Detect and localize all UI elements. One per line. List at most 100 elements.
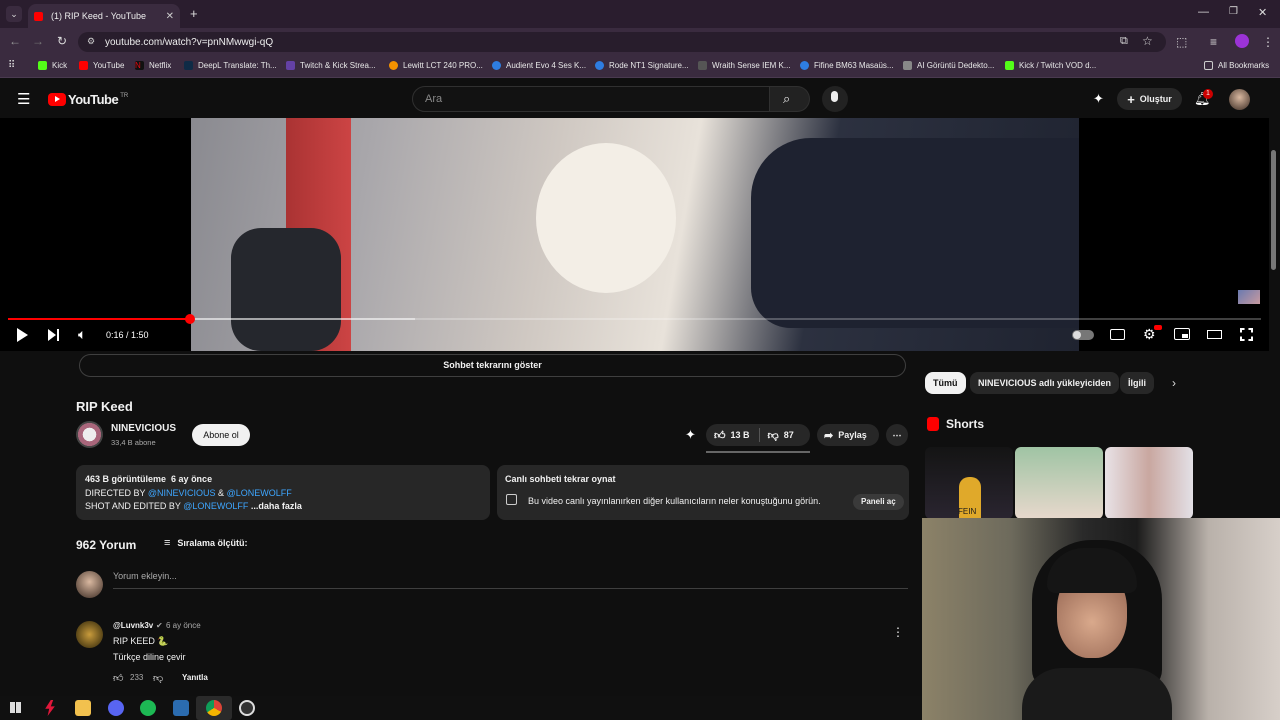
bookmark-fifine[interactable]: Fifine BM63 Masaüs... <box>800 61 894 70</box>
like-icon[interactable]: 👍︎ <box>714 429 726 442</box>
translate-link[interactable]: Türkçe diline çevir <box>113 652 186 662</box>
share-button[interactable]: ➦ Paylaş <box>817 424 879 446</box>
comment-like-icon[interactable]: 👍︎ <box>113 672 123 684</box>
channel-watermark[interactable] <box>1238 290 1260 304</box>
back-icon[interactable]: ← <box>9 34 21 48</box>
voice-search-button[interactable] <box>822 86 848 112</box>
short-thumbnail-2[interactable] <box>1015 447 1103 519</box>
bookmark-wraith[interactable]: Wraith Sense IEM K... <box>698 61 791 70</box>
reload-icon[interactable]: ↻ <box>57 34 67 48</box>
comment-menu-icon[interactable]: ⋮ <box>892 625 904 639</box>
play-icon[interactable] <box>17 328 28 342</box>
bookmark-label: Audient Evo 4 Ses K... <box>506 61 587 70</box>
miniplayer-icon[interactable] <box>1174 328 1190 340</box>
chip-all[interactable]: Tümü <box>925 372 966 394</box>
taskbar-app-bolt-icon[interactable] <box>45 700 55 716</box>
subscriber-count: 33,4 B abone <box>111 438 156 447</box>
channel-avatar[interactable] <box>76 421 103 448</box>
subscribe-button[interactable]: Abone ol <box>192 424 250 446</box>
comment-dislike-icon[interactable]: 👎︎ <box>153 672 163 684</box>
short-thumbnail-1[interactable]: FEIN <box>925 447 1013 519</box>
short-thumbnail-3[interactable] <box>1105 447 1193 519</box>
restore-icon[interactable]: ❐ <box>1229 6 1238 17</box>
open-panel-button[interactable]: Paneli aç <box>853 494 904 510</box>
taskbar-app-icon[interactable] <box>173 700 189 716</box>
bookmark-netflix[interactable]: N Netflix <box>135 61 171 70</box>
gemini-icon[interactable]: ✦ <box>1093 91 1104 107</box>
bookmark-youtube[interactable]: YouTube <box>79 61 124 70</box>
video-frame[interactable] <box>191 118 1079 351</box>
more-actions-button[interactable]: ⋯ <box>886 424 908 446</box>
like-count[interactable]: 13 B <box>731 430 750 440</box>
reply-button[interactable]: Yanıtla <box>182 673 208 682</box>
window-close-icon[interactable]: ✕ <box>1258 6 1267 19</box>
tab-active[interactable]: (1) RIP Keed - YouTube ✕ <box>28 4 180 28</box>
progress-scrubber[interactable] <box>184 314 195 324</box>
logo-text: YouTube <box>68 92 119 107</box>
bookmark-kick[interactable]: Kick <box>38 61 67 70</box>
ask-ai-icon[interactable]: ✦ <box>685 427 696 443</box>
windows-start-icon[interactable] <box>10 702 21 713</box>
sort-comments-button[interactable]: ≡ Sıralama ölçütü: <box>164 537 247 549</box>
bookmark-rode[interactable]: Rode NT1 Signature... <box>595 61 689 70</box>
apps-grid-icon[interactable]: ⠿ <box>8 60 15 71</box>
channel-name[interactable]: NINEVICIOUS <box>111 423 176 434</box>
comment-avatar[interactable] <box>76 621 103 648</box>
account-avatar[interactable] <box>1229 89 1250 110</box>
install-icon[interactable]: ⧉ <box>1120 35 1128 48</box>
profile-icon[interactable] <box>1235 34 1249 48</box>
subtitles-icon[interactable] <box>1110 329 1125 340</box>
mention-ninevicious[interactable]: @NINEVICIOUS <box>148 488 216 498</box>
file-explorer-icon[interactable] <box>75 700 91 716</box>
search-button[interactable]: ⌕ <box>770 86 810 112</box>
comment-author[interactable]: @Luvnk3v <box>113 621 153 630</box>
dislike-icon[interactable]: 👎︎ <box>768 429 779 442</box>
comment-age[interactable]: 6 ay önce <box>166 621 201 630</box>
extensions-icon[interactable]: ⬚ <box>1176 35 1187 49</box>
directed-by-label: DIRECTED BY <box>85 487 146 498</box>
obs-icon[interactable] <box>239 700 255 716</box>
bookmark-twitch-kick[interactable]: Twitch & Kick Strea... <box>286 61 376 70</box>
add-comment-input[interactable]: Yorum ekleyin... <box>113 571 908 589</box>
new-tab-button[interactable]: + <box>190 6 198 21</box>
chrome-icon[interactable] <box>206 700 222 716</box>
tab-search-icon[interactable]: ⌄ <box>6 6 22 22</box>
bookmark-ai-detector[interactable]: AI Görüntü Dedekto... <box>903 61 994 70</box>
tab-close-icon[interactable]: ✕ <box>166 11 174 22</box>
bookmark-lewitt[interactable]: Lewitt LCT 240 PRO... <box>389 61 483 70</box>
media-icon[interactable]: ≡ <box>1210 35 1217 49</box>
search-input[interactable]: Ara <box>412 86 770 112</box>
create-button[interactable]: + Oluştur <box>1117 88 1182 110</box>
autoplay-toggle[interactable] <box>1072 330 1094 340</box>
theater-mode-icon[interactable] <box>1207 330 1222 339</box>
bookmark-vod[interactable]: Kick / Twitch VOD d... <box>1005 61 1096 70</box>
minimize-icon[interactable]: — <box>1198 6 1209 18</box>
bookmark-deepl[interactable]: DeepL Translate: Th... <box>184 61 277 70</box>
discord-icon[interactable] <box>108 700 124 716</box>
dislike-count[interactable]: 87 <box>784 430 794 440</box>
video-progress-bar[interactable] <box>8 314 1261 324</box>
volume-icon[interactable]: 🔈︎ <box>78 326 86 343</box>
like-divider <box>758 428 760 442</box>
all-bookmarks[interactable]: All Bookmarks <box>1204 61 1269 70</box>
chip-related[interactable]: İlgili <box>1120 372 1154 394</box>
hamburger-menu-icon[interactable]: ☰ <box>17 90 30 108</box>
address-bar[interactable]: ⚙ youtube.com/watch?v=pnNMwwgi-qQ ⧉ ☆ <box>78 32 1166 52</box>
show-chat-replay-button[interactable]: Sohbet tekrarını göster <box>79 354 906 377</box>
next-video-icon[interactable] <box>48 329 60 341</box>
bookmark-audient[interactable]: Audient Evo 4 Ses K... <box>492 61 586 70</box>
youtube-logo[interactable]: YouTube TR <box>48 92 128 107</box>
chip-from-uploader[interactable]: NINEVICIOUS adlı yükleyiciden <box>970 372 1120 394</box>
forward-icon[interactable]: → <box>32 34 44 48</box>
site-info-icon[interactable]: ⚙ <box>87 36 95 47</box>
more-horizontal-icon: ⋯ <box>892 429 902 440</box>
spotify-icon[interactable] <box>140 700 156 716</box>
description-box[interactable]: 463 B görüntüleme 6 ay önce DIRECTED BY … <box>76 465 490 520</box>
chips-next-icon[interactable]: › <box>1172 376 1176 390</box>
mention-lonewolff[interactable]: @LONEWOLFF <box>227 488 292 498</box>
bookmark-star-icon[interactable]: ☆ <box>1142 34 1153 48</box>
chrome-menu-icon[interactable]: ⋮ <box>1262 35 1274 49</box>
page-scrollbar[interactable] <box>1271 150 1276 270</box>
mention-lonewolff-2[interactable]: @LONEWOLFF <box>183 501 248 511</box>
show-more-link[interactable]: ...daha fazla <box>251 501 302 511</box>
